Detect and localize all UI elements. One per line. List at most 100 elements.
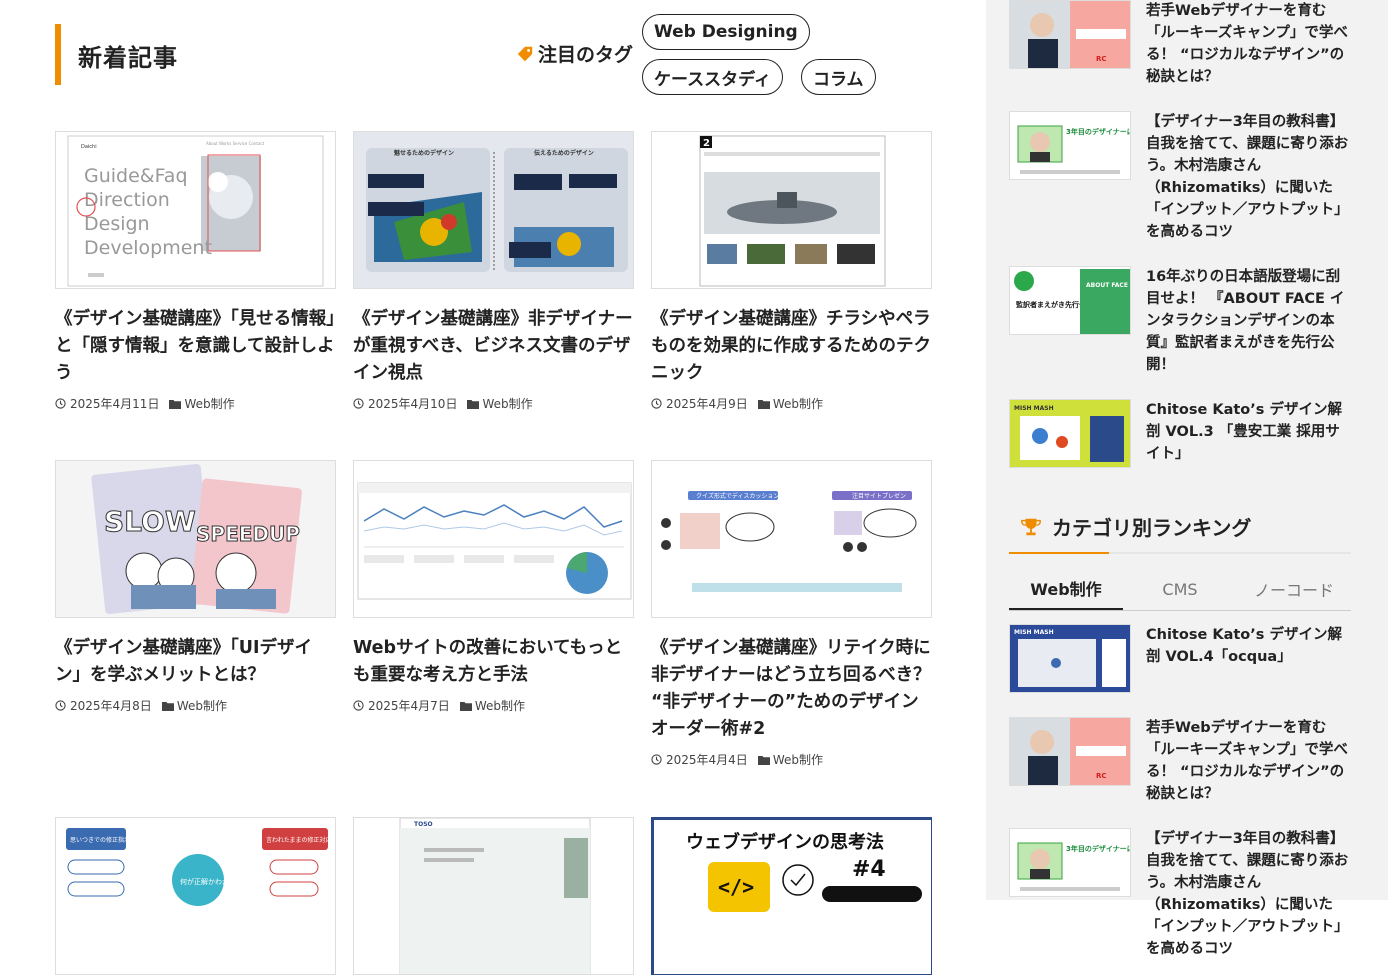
article-title[interactable]: 《デザイン基礎講座》「見せる情報」と「隠す情報」を意識して設計しよう bbox=[55, 306, 336, 387]
article-card[interactable]: 魅せるためのデザイン 伝えるためのデザイン 《デザイン基礎講座》非デザイナーが重… bbox=[353, 131, 634, 412]
thumbnail-image: RC bbox=[1010, 1, 1126, 68]
sidebar-article[interactable]: 3年目のデザイナーに教えたいこと 【デザイナー3年目の教科書】自我を捨てて、課題… bbox=[1009, 111, 1351, 243]
folder-icon bbox=[459, 701, 472, 711]
sidebar-article[interactable]: 監訳者まえがき先行公開 ABOUT FACE 16年ぶりの日本語版登場に刮目せよ… bbox=[1009, 266, 1351, 376]
article-category[interactable]: Web制作 bbox=[757, 751, 823, 768]
ranking-title[interactable]: 若手Webデザイナーを育む「ルーキーズキャンプ」で学べる！ “ロジカルなデザイン… bbox=[1146, 717, 1351, 805]
category-link[interactable]: Web制作 bbox=[773, 751, 823, 768]
article-card[interactable]: Daichi About Works Service Contact Guide… bbox=[55, 131, 336, 412]
article-category[interactable]: Web制作 bbox=[161, 697, 227, 714]
article-date: 2025年4月11日 bbox=[70, 397, 160, 411]
clock-icon bbox=[353, 700, 364, 711]
article-title[interactable]: Webサイトの改善においてもっとも重要な考え方と手法 bbox=[353, 635, 634, 689]
sidebar-thumbnail[interactable]: 3年目のデザイナーに教えたいこと bbox=[1009, 828, 1131, 897]
article-card[interactable]: TOSO bbox=[353, 817, 634, 975]
ranking-title[interactable]: Chitose Kato’s デザイン解剖 VOL.4「ocqua」 bbox=[1146, 624, 1351, 693]
tag-case-study[interactable]: ケーススタディ bbox=[642, 59, 783, 95]
svg-text:About Works Service Contact: About Works Service Contact bbox=[206, 141, 265, 146]
sidebar-article[interactable]: RC 若手Webデザイナーを育む「ルーキーズキャンプ」で学べる！ “ロジカルなデ… bbox=[1009, 0, 1351, 88]
tag-web-designing[interactable]: Web Designing bbox=[642, 14, 810, 50]
ranking-heading: カテゴリ別ランキング bbox=[1020, 512, 1251, 541]
svg-text:MISH MASH: MISH MASH bbox=[1014, 629, 1054, 636]
article-thumbnail[interactable]: 魅せるためのデザイン 伝えるためのデザイン bbox=[353, 131, 634, 289]
article-meta: 2025年4月7日 Web制作 bbox=[353, 697, 634, 714]
trophy-icon bbox=[1021, 518, 1041, 535]
article-title[interactable]: 《デザイン基礎講座》非デザイナーが重視すべき、ビジネス文書のデザイン視点 bbox=[353, 306, 634, 387]
tab-cms[interactable]: CMS bbox=[1123, 568, 1237, 610]
article-thumbnail[interactable]: クイズ形式でディスカッション 注目サイトプレゼン bbox=[651, 460, 932, 618]
article-category[interactable]: Web制作 bbox=[757, 395, 823, 412]
thumbnail-image: 3年目のデザイナーに教えたいこと bbox=[1017, 125, 1130, 174]
folder-icon bbox=[161, 701, 174, 711]
folder-icon bbox=[757, 399, 770, 409]
svg-text:ウェブデザインの思考法: ウェブデザインの思考法 bbox=[686, 831, 884, 853]
sidebar-thumbnail[interactable]: RC bbox=[1009, 0, 1131, 69]
category-link[interactable]: Web制作 bbox=[475, 697, 525, 714]
thumbnail-image: クイズ形式でディスカッション 注目サイトプレゼン bbox=[661, 491, 917, 592]
article-title[interactable]: 《デザイン基礎講座》「UIデザイン」を学ぶメリットとは？ bbox=[55, 635, 336, 689]
ranking-item[interactable]: RC 若手Webデザイナーを育む「ルーキーズキャンプ」で学べる！ “ロジカルなデ… bbox=[1009, 717, 1351, 805]
ranking-item[interactable]: 3年目のデザイナーに教えたいこと 【デザイナー3年目の教科書】自我を捨てて、課題… bbox=[1009, 828, 1351, 960]
svg-text:SLOW: SLOW bbox=[104, 505, 196, 538]
article-thumbnail[interactable]: Daichi About Works Service Contact Guide… bbox=[55, 131, 336, 289]
sidebar-thumbnail[interactable]: 監訳者まえがき先行公開 ABOUT FACE bbox=[1009, 266, 1131, 335]
article-category[interactable]: Web制作 bbox=[169, 395, 235, 412]
sidebar-article-title[interactable]: 16年ぶりの日本語版登場に刮目せよ！ 『ABOUT FACE インタラクションデ… bbox=[1146, 266, 1351, 376]
article-category[interactable]: Web制作 bbox=[459, 697, 525, 714]
svg-text:Design: Design bbox=[84, 213, 150, 235]
svg-text:2: 2 bbox=[703, 138, 710, 149]
svg-text:TOSO: TOSO bbox=[414, 821, 433, 828]
ranking-divider-accent bbox=[1009, 552, 1109, 554]
tag-column[interactable]: コラム bbox=[801, 59, 876, 95]
clock-icon bbox=[55, 700, 66, 711]
article-title[interactable]: 《デザイン基礎講座》リテイク時に非デザイナーはどう立ち回るべき？ “非デザイナー… bbox=[651, 635, 932, 743]
category-link[interactable]: Web制作 bbox=[177, 697, 227, 714]
ranking-item[interactable]: MISH MASH Chitose Kato’s デザイン解剖 VOL.4「oc… bbox=[1009, 624, 1351, 693]
thumbnail-image bbox=[357, 482, 632, 600]
article-thumbnail[interactable]: SLOW SPEEDUP bbox=[55, 460, 336, 618]
sidebar-thumbnail[interactable]: MISH MASH bbox=[1009, 624, 1131, 693]
thumbnail-image: 3年目のデザイナーに教えたいこと bbox=[1017, 842, 1130, 891]
category-link[interactable]: Web制作 bbox=[184, 395, 234, 412]
ranking-title[interactable]: 【デザイナー3年目の教科書】自我を捨てて、課題に寄り添おう。木村浩康さん（Rhi… bbox=[1146, 828, 1351, 960]
sidebar-thumbnail[interactable]: RC bbox=[1009, 717, 1131, 786]
article-category[interactable]: Web制作 bbox=[467, 395, 533, 412]
thumbnail-image: ウェブデザインの思考法 #4 </> bbox=[652, 818, 931, 974]
clock-icon bbox=[55, 398, 66, 409]
article-card[interactable]: クイズ形式でディスカッション 注目サイトプレゼン 《デザイン基礎講座》リテイク時… bbox=[651, 460, 932, 768]
article-card[interactable]: Webサイトの改善においてもっとも重要な考え方と手法 2025年4月7日 Web… bbox=[353, 460, 634, 714]
article-card[interactable]: 2 《デザイン基礎講座》チラシやペラものを効果的に作成するためのテクニック 20… bbox=[651, 131, 932, 412]
sidebar-article-title[interactable]: 【デザイナー3年目の教科書】自我を捨てて、課題に寄り添おう。木村浩康さん（Rhi… bbox=[1146, 111, 1351, 243]
sidebar-thumbnail[interactable]: MISH MASH bbox=[1009, 399, 1131, 468]
svg-text:クイズ形式でディスカッション: クイズ形式でディスカッション bbox=[696, 492, 779, 500]
svg-text:言われたままの修正対応: 言われたままの修正対応 bbox=[266, 836, 332, 844]
article-meta: 2025年4月11日 Web制作 bbox=[55, 395, 336, 412]
article-title[interactable]: 《デザイン基礎講座》チラシやペラものを効果的に作成するためのテクニック bbox=[651, 306, 932, 387]
svg-text:Direction: Direction bbox=[84, 189, 170, 211]
category-link[interactable]: Web制作 bbox=[482, 395, 532, 412]
tab-nocode[interactable]: ノーコード bbox=[1237, 568, 1351, 610]
sidebar-article-title[interactable]: Chitose Kato’s デザイン解剖 VOL.3 「豊安工業 採用サイト」 bbox=[1146, 399, 1351, 468]
sidebar-article-title[interactable]: 若手Webデザイナーを育む「ルーキーズキャンプ」で学べる！ “ロジカルなデザイン… bbox=[1146, 0, 1351, 88]
folder-icon bbox=[169, 399, 182, 409]
thumbnail-image: RC bbox=[1010, 718, 1126, 785]
thumbnail-image: SLOW SPEEDUP bbox=[91, 464, 302, 614]
article-card[interactable]: ウェブデザインの思考法 #4 </> bbox=[651, 817, 932, 975]
article-card[interactable]: SLOW SPEEDUP 《デザイン基礎講座》「UIデザイン」を学ぶメリットとは… bbox=[55, 460, 336, 714]
sidebar-article[interactable]: MISH MASH Chitose Kato’s デザイン解剖 VOL.3 「豊… bbox=[1009, 399, 1351, 468]
article-thumbnail[interactable]: ウェブデザインの思考法 #4 </> bbox=[651, 817, 932, 975]
section-title: 新着記事 bbox=[78, 44, 178, 72]
category-link[interactable]: Web制作 bbox=[773, 395, 823, 412]
article-thumbnail[interactable]: TOSO bbox=[353, 817, 634, 975]
tab-web[interactable]: Web制作 bbox=[1009, 568, 1123, 610]
article-thumbnail[interactable]: 思いつきでの修正指示 言われたままの修正対応 何が正解かわからない bbox=[55, 817, 336, 975]
article-date: 2025年4月10日 bbox=[368, 397, 458, 411]
sidebar-thumbnail[interactable]: 3年目のデザイナーに教えたいこと bbox=[1009, 111, 1131, 180]
clock-icon bbox=[651, 754, 662, 765]
article-card[interactable]: 思いつきでの修正指示 言われたままの修正対応 何が正解かわからない bbox=[55, 817, 336, 975]
thumbnail-image: TOSO bbox=[399, 818, 591, 974]
article-thumbnail[interactable] bbox=[353, 460, 634, 618]
article-thumbnail[interactable]: 2 bbox=[651, 131, 932, 289]
svg-text:Daichi: Daichi bbox=[81, 144, 97, 150]
article-meta: 2025年4月9日 Web制作 bbox=[651, 395, 932, 412]
